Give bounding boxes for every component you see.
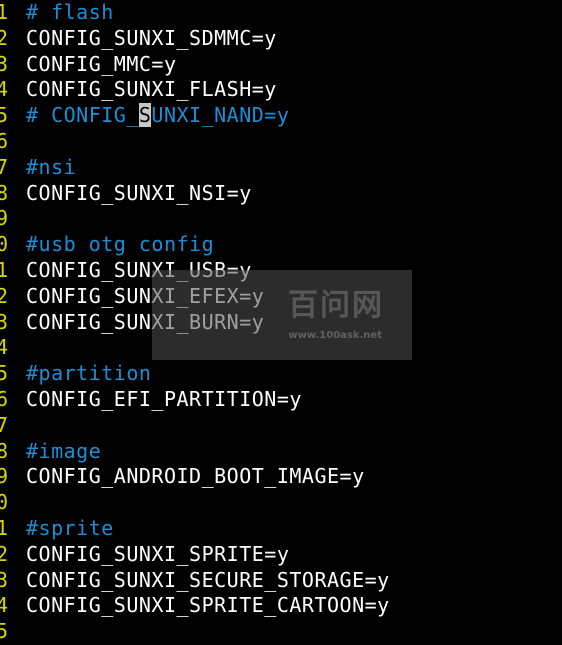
text-before-cursor: # CONFIG_ [26, 103, 139, 128]
line-number: 0 [0, 232, 9, 257]
config-text[interactable]: CONFIG_SUNXI_SPRITE=y [26, 542, 289, 568]
line-number: 3 [0, 51, 9, 76]
comment-text[interactable]: #sprite [26, 516, 114, 542]
comment-text[interactable]: #image [26, 439, 101, 465]
line-number: 3 [0, 567, 9, 592]
editor-line[interactable]: 3 CONFIG_SUNXI_BURN=y [0, 310, 562, 336]
comment-text[interactable]: # CONFIG_SUNXI_NAND=y [26, 103, 289, 129]
config-text[interactable]: CONFIG_SUNXI_USB=y [26, 258, 252, 284]
text-cursor: S [138, 103, 152, 128]
editor-line[interactable]: 1 CONFIG_SUNXI_USB=y [0, 258, 562, 284]
line-number: 9 [0, 464, 9, 489]
comment-text[interactable]: # flash [26, 0, 114, 26]
line-number: 2 [0, 283, 9, 308]
editor-line[interactable]: 5 [0, 619, 562, 645]
line-number: 5 [0, 103, 9, 128]
editor-line[interactable]: 2 CONFIG_SUNXI_SPRITE=y [0, 542, 562, 568]
comment-text[interactable]: #nsi [26, 155, 76, 181]
editor-line[interactable]: 0 #usb otg config [0, 232, 562, 258]
config-text[interactable]: CONFIG_SUNXI_BURN=y [26, 310, 264, 336]
editor-line[interactable]: 7 #nsi [0, 155, 562, 181]
line-number: 8 [0, 180, 9, 205]
text-editor[interactable]: 1 # flash 2 CONFIG_SUNXI_SDMMC=y 3 CONFIG_MMC… [0, 0, 562, 643]
line-number: 5 [0, 619, 9, 644]
editor-line[interactable]: 3 CONFIG_MMC=y [0, 52, 562, 78]
config-text[interactable]: CONFIG_SUNXI_SPRITE_CARTOON=y [26, 593, 390, 619]
comment-text[interactable]: #partition [26, 361, 151, 387]
line-number: 1 [0, 515, 9, 540]
line-number: 2 [0, 541, 9, 566]
editor-line[interactable]: 4 [0, 335, 562, 361]
line-number: 6 [0, 386, 9, 411]
config-text[interactable]: CONFIG_MMC=y [26, 52, 177, 78]
config-text[interactable]: CONFIG_ANDROID_BOOT_IMAGE=y [26, 464, 365, 490]
line-number: 3 [0, 309, 9, 334]
editor-line[interactable]: 8 #image [0, 439, 562, 465]
line-number: 7 [0, 412, 9, 437]
line-number: 8 [0, 438, 9, 463]
text-after-cursor: UNXI_NAND=y [151, 103, 290, 128]
editor-line[interactable]: 1 # flash [0, 0, 562, 26]
editor-line[interactable]: 2 CONFIG_SUNXI_SDMMC=y [0, 26, 562, 52]
config-text[interactable]: CONFIG_SUNXI_NSI=y [26, 181, 252, 207]
config-text[interactable]: CONFIG_SUNXI_FLASH=y [26, 77, 277, 103]
config-text[interactable]: CONFIG_SUNXI_EFEX=y [26, 284, 264, 310]
config-text[interactable]: CONFIG_EFI_PARTITION=y [26, 387, 302, 413]
line-number: 1 [0, 257, 9, 282]
editor-line[interactable]: 6 CONFIG_EFI_PARTITION=y [0, 387, 562, 413]
editor-line[interactable]: 0 [0, 490, 562, 516]
editor-line[interactable]: 2 CONFIG_SUNXI_EFEX=y [0, 284, 562, 310]
line-number: 4 [0, 593, 9, 618]
line-number: 2 [0, 25, 9, 50]
config-text[interactable]: CONFIG_SUNXI_SDMMC=y [26, 26, 277, 52]
comment-text[interactable]: #usb otg config [26, 232, 214, 258]
config-text[interactable]: CONFIG_SUNXI_SECURE_STORAGE=y [26, 568, 390, 594]
editor-line[interactable]: 8 CONFIG_SUNXI_NSI=y [0, 181, 562, 207]
editor-line[interactable]: 1 #sprite [0, 516, 562, 542]
editor-line[interactable]: 5 #partition [0, 361, 562, 387]
line-number: 6 [0, 128, 9, 153]
line-number: 0 [0, 490, 9, 515]
line-number: 4 [0, 335, 9, 360]
editor-line[interactable]: 9 [0, 206, 562, 232]
editor-line[interactable]: 9 CONFIG_ANDROID_BOOT_IMAGE=y [0, 464, 562, 490]
line-number: 9 [0, 206, 9, 231]
editor-line[interactable]: 3 CONFIG_SUNXI_SECURE_STORAGE=y [0, 568, 562, 594]
editor-line[interactable]: 4 CONFIG_SUNXI_SPRITE_CARTOON=y [0, 593, 562, 619]
editor-line[interactable]: 7 [0, 413, 562, 439]
line-number: 1 [0, 0, 9, 24]
editor-line[interactable]: 5 # CONFIG_SUNXI_NAND=y [0, 103, 562, 129]
line-number: 7 [0, 154, 9, 179]
editor-line[interactable]: 6 [0, 129, 562, 155]
line-number: 5 [0, 361, 9, 386]
line-number: 4 [0, 77, 9, 102]
editor-line[interactable]: 4 CONFIG_SUNXI_FLASH=y [0, 77, 562, 103]
